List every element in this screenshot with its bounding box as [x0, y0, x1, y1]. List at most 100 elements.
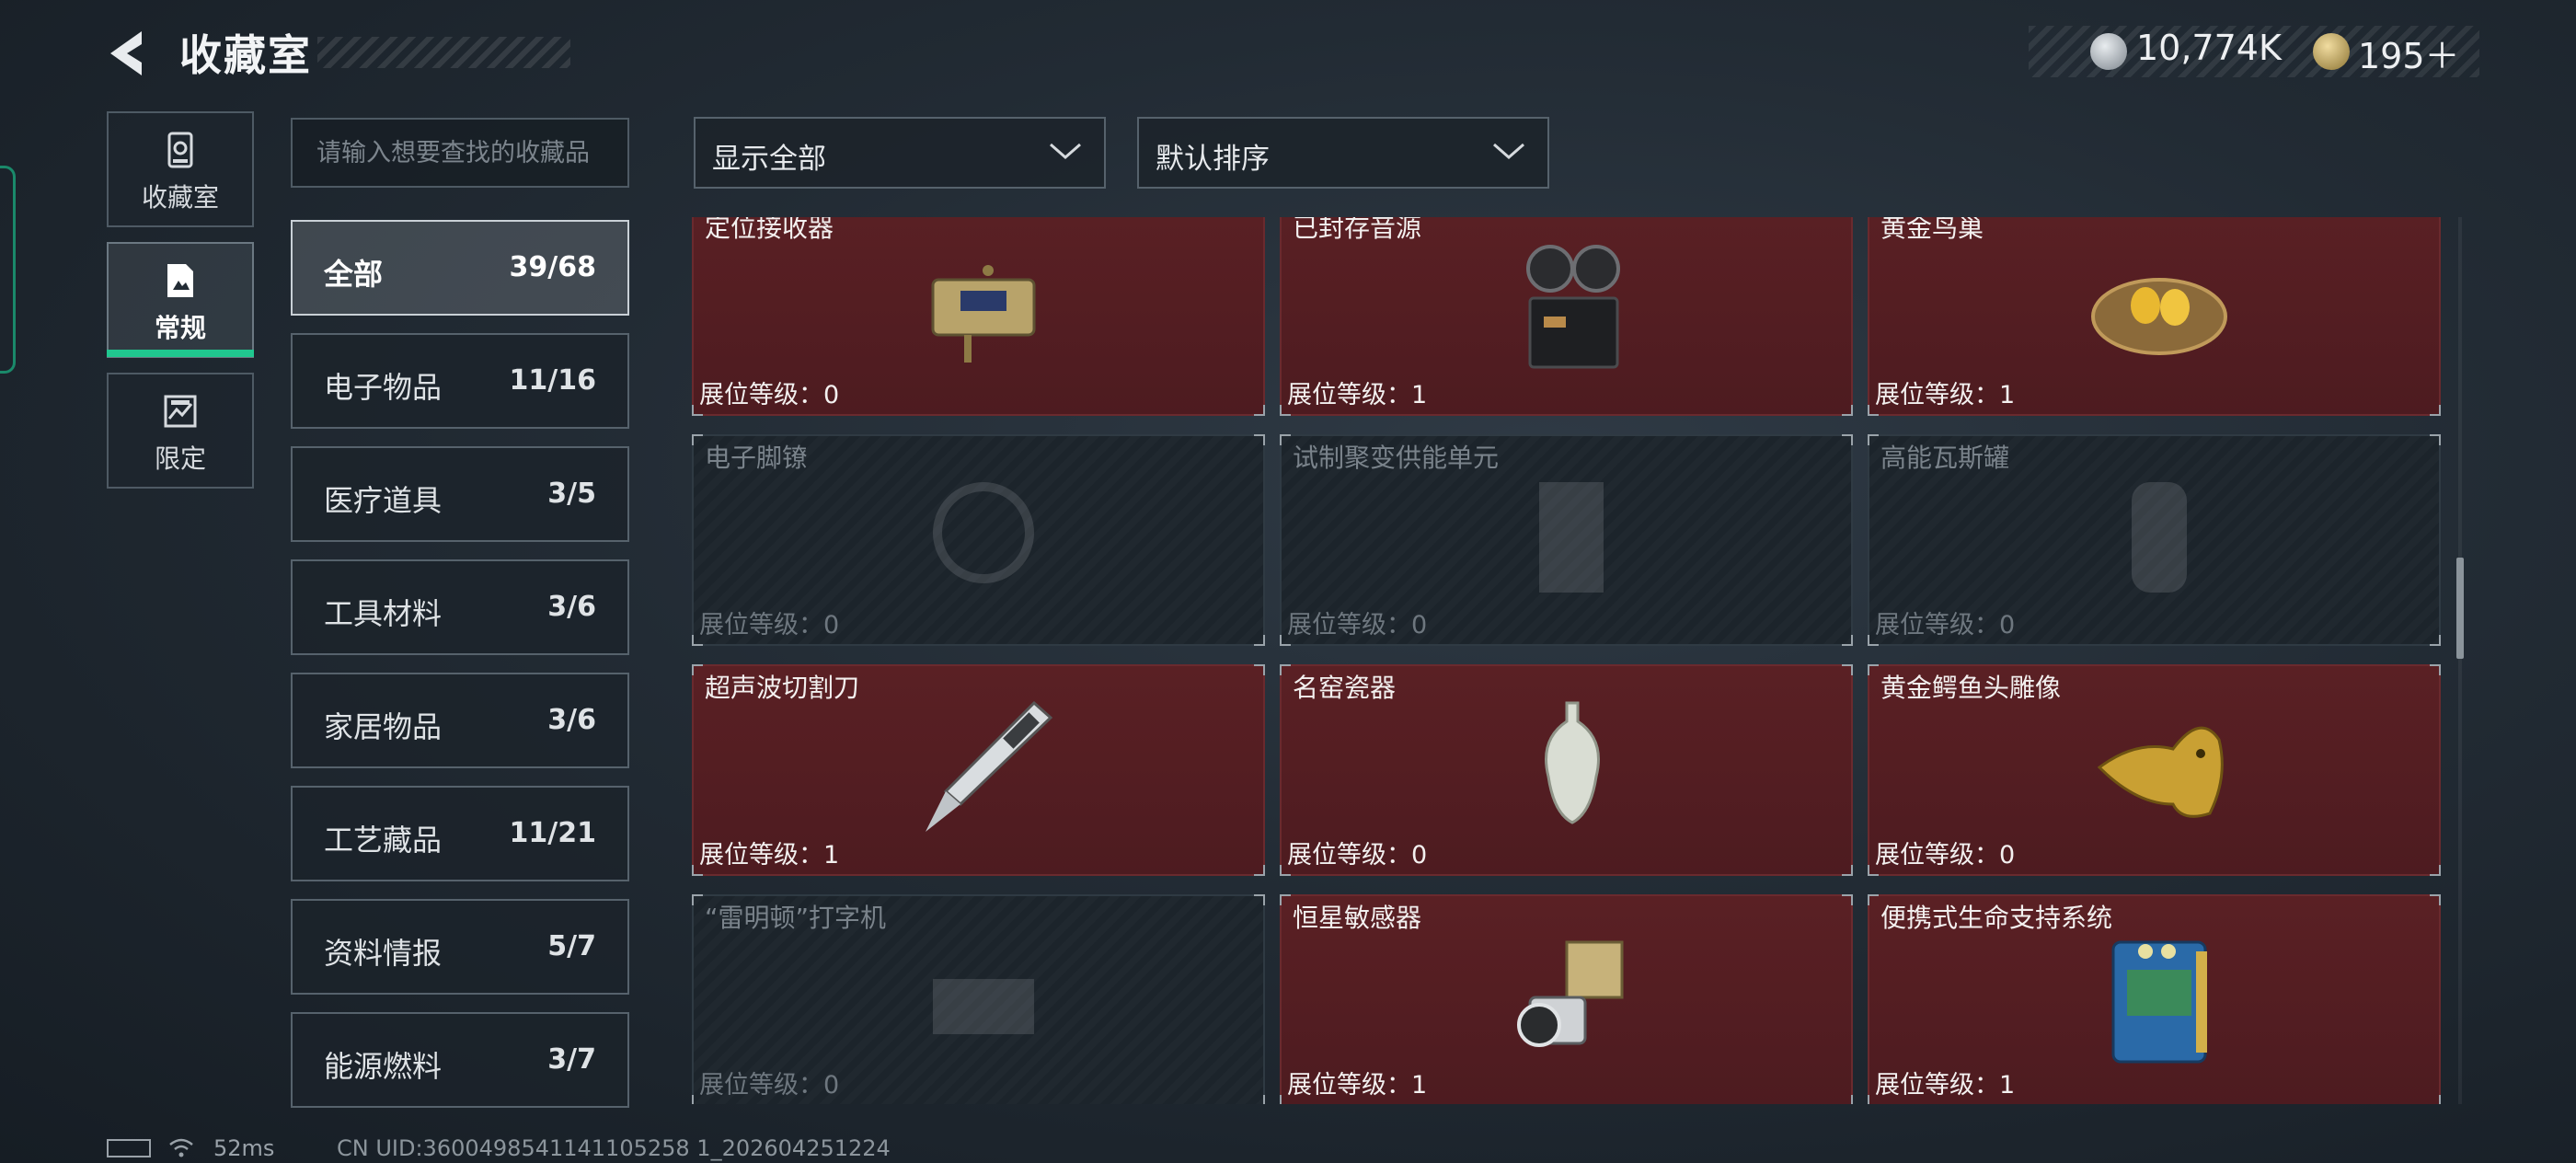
item-level: 展位等级：0 — [1287, 605, 1427, 640]
life-support-icon — [2111, 940, 2207, 1064]
card-corner-decoration — [1842, 894, 1853, 905]
level-value: 0 — [823, 381, 840, 409]
filter-selected: 显示全部 — [712, 143, 826, 176]
level-value: 0 — [1999, 611, 2016, 639]
category-name: 电子物品 — [324, 370, 443, 405]
card-corner-decoration — [2430, 894, 2441, 905]
edge-handle[interactable] — [0, 166, 16, 374]
level-prefix: 展位等级： — [1875, 841, 1999, 869]
card-corner-decoration — [1280, 434, 1291, 445]
level-value: 0 — [1411, 611, 1428, 639]
card-corner-decoration — [1842, 434, 1853, 445]
battery-icon — [107, 1139, 151, 1157]
collection-card[interactable]: 定位接收器展位等级：0 — [692, 217, 1265, 416]
scrollbar-track[interactable] — [2458, 217, 2462, 1104]
item-level: 展位等级：1 — [1287, 1065, 1427, 1100]
chevron-down-icon — [1050, 143, 1081, 159]
category-item[interactable]: 电子物品 11/16 — [291, 333, 629, 429]
search-input[interactable] — [293, 120, 627, 186]
card-corner-decoration — [1868, 664, 1879, 675]
item-level: 展位等级：0 — [1875, 605, 2015, 640]
collection-card[interactable]: 试制聚变供能单元 展位等级：0 — [1280, 434, 1853, 646]
category-name: 家居物品 — [324, 709, 443, 744]
silver-currency-amount: 10,774K — [2136, 28, 2282, 68]
tab-label: 常规 — [154, 313, 206, 343]
category-count: 39/68 — [509, 251, 596, 283]
tape-recorder-icon — [1526, 245, 1620, 369]
category-count: 3/6 — [547, 704, 596, 736]
category-name: 资料情报 — [324, 936, 443, 971]
level-prefix: 展位等级： — [1287, 381, 1411, 409]
level-prefix: 展位等级： — [1875, 1071, 1999, 1100]
gas-canister-icon — [2132, 482, 2187, 593]
category-item[interactable]: 全部 39/68 — [291, 220, 629, 316]
card-corner-decoration — [2430, 1095, 2441, 1104]
category-count: 5/7 — [547, 930, 596, 962]
collection-card[interactable]: 便携式生命支持系统 展位等级：1 — [1868, 894, 2441, 1104]
collection-card[interactable]: 高能瓦斯罐 展位等级：0 — [1868, 434, 2441, 646]
collection-card[interactable]: 恒星敏感器 展位等级：1 — [1280, 894, 1853, 1104]
card-corner-decoration — [1868, 434, 1879, 445]
category-count: 3/7 — [547, 1043, 596, 1076]
collection-card[interactable]: 已封存音源展位等级：1 — [1280, 217, 1853, 416]
scrollbar-thumb[interactable] — [2456, 558, 2464, 659]
search-box — [291, 118, 629, 188]
gold-currency-amount[interactable]: 195＋ — [2358, 28, 2460, 78]
collection-card[interactable]: 超声波切割刀 展位等级：1 — [692, 664, 1265, 876]
filter-dropdown[interactable]: 显示全部 — [694, 117, 1106, 189]
collection-card[interactable]: 名窑瓷器展位等级：0 — [1280, 664, 1853, 876]
title-decoration — [317, 37, 570, 68]
tab-label: 收藏室 — [141, 182, 219, 213]
card-corner-decoration — [692, 664, 703, 675]
item-name: 已封存音源 — [1293, 217, 1422, 243]
level-value: 1 — [1411, 381, 1428, 409]
collection-card[interactable]: 黄金鳄鱼头雕像 展位等级：0 — [1868, 664, 2441, 876]
fusion-unit-icon — [1539, 482, 1604, 593]
level-prefix: 展位等级： — [699, 611, 823, 639]
ultrasonic-cutter-icon — [926, 700, 1053, 832]
category-item[interactable]: 工艺藏品 11/21 — [291, 786, 629, 881]
gold-coin-icon — [2313, 33, 2350, 70]
category-item[interactable]: 工具材料 3/6 — [291, 559, 629, 655]
level-prefix: 展位等级： — [699, 381, 823, 409]
card-corner-decoration — [1280, 664, 1291, 675]
category-item[interactable]: 家居物品 3/6 — [291, 673, 629, 768]
typewriter-icon — [933, 979, 1034, 1034]
item-name: 名窑瓷器 — [1293, 673, 1397, 703]
card-corner-decoration — [692, 894, 703, 905]
card-corner-decoration — [1254, 434, 1265, 445]
category-item[interactable]: 医疗道具 3/5 — [291, 446, 629, 542]
regular-icon — [167, 264, 193, 297]
receiver-icon — [931, 265, 1036, 363]
category-count: 11/16 — [509, 364, 596, 397]
tab-regular[interactable]: 常规 — [107, 242, 254, 358]
collection-card[interactable]: 黄金鸟巢 展位等级：1 — [1868, 217, 2441, 416]
item-name: 黄金鳄鱼头雕像 — [1880, 673, 2062, 703]
card-corner-decoration — [1254, 635, 1265, 646]
category-item[interactable]: 能源燃料 3/7 — [291, 1012, 629, 1108]
collection-grid[interactable]: 定位接收器 展位等级：0 已封存音源 展位等级：1 黄金鸟巢 展位等级：1 电子脚镣 展位等级… — [692, 217, 2445, 1104]
card-corner-decoration — [1842, 405, 1853, 416]
tab-label: 限定 — [154, 443, 206, 474]
card-corner-decoration — [1254, 664, 1265, 675]
wifi-icon — [169, 1138, 193, 1157]
golden-nest-icon — [2091, 278, 2227, 355]
tab-limited[interactable]: 限定 — [107, 373, 254, 489]
sort-dropdown[interactable]: 默认排序 — [1137, 117, 1549, 189]
active-tab-indicator — [107, 350, 254, 357]
level-value: 1 — [823, 841, 840, 869]
item-name: 定位接收器 — [705, 217, 834, 243]
star-sensor-icon — [1517, 940, 1624, 1047]
collection-card[interactable]: 电子脚镣 展位等级：0 — [692, 434, 1265, 646]
ankle-monitor-icon — [933, 482, 1034, 583]
back-button[interactable] — [103, 26, 158, 81]
item-level: 展位等级：0 — [1287, 835, 1427, 870]
porcelain-vase-icon — [1545, 701, 1600, 824]
item-level: 展位等级：0 — [699, 1065, 839, 1100]
collection-card[interactable]: “雷明顿”打字机 展位等级：0 — [692, 894, 1265, 1104]
category-item[interactable]: 资料情报 5/7 — [291, 899, 629, 995]
user-uid: CN UID:3600498541141105258 1_20260425122… — [337, 1135, 891, 1161]
card-corner-decoration — [1254, 894, 1265, 905]
chevron-down-icon — [1493, 143, 1524, 159]
tab-collection-room[interactable]: 收藏室 — [107, 111, 254, 227]
